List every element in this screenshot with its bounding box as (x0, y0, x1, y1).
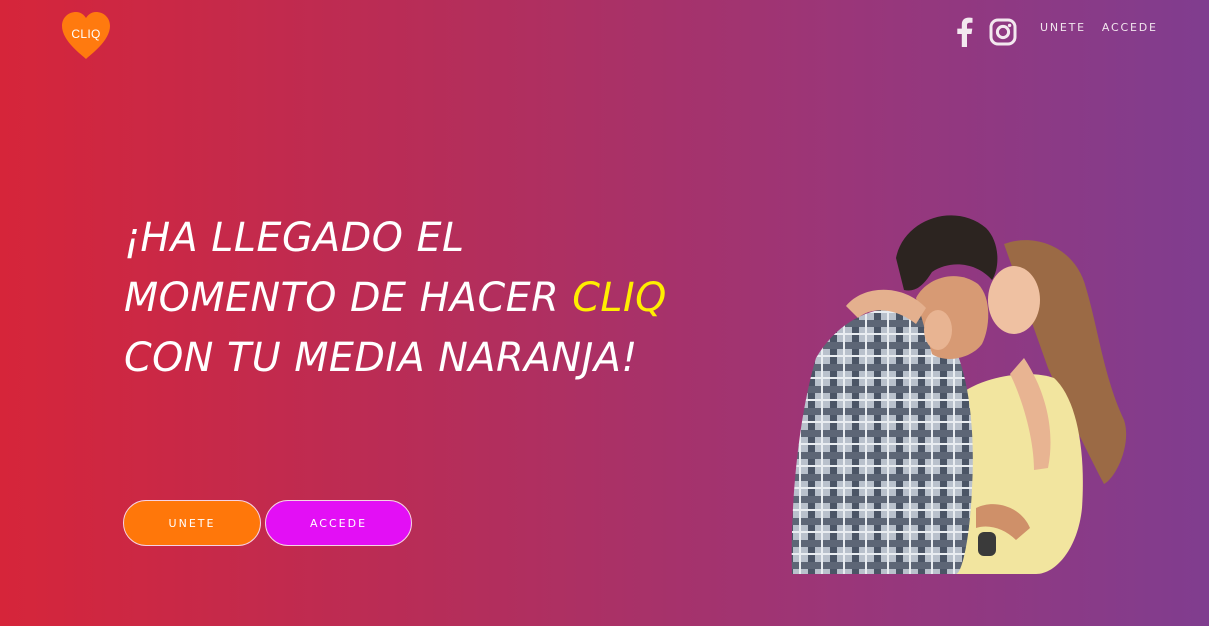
facebook-icon[interactable] (953, 17, 975, 47)
couple-kissing-photo (786, 188, 1136, 574)
cta-buttons: UNETE ACCEDE (123, 500, 412, 546)
login-button[interactable]: ACCEDE (265, 500, 412, 546)
instagram-icon[interactable] (989, 18, 1017, 46)
headline-accent: CLIQ (572, 275, 667, 321)
logo-text: CLIQ (71, 27, 101, 41)
headline-text-after: CON TU MEDIA NARANJA! (124, 335, 638, 381)
cliq-logo[interactable]: CLIQ (60, 11, 112, 61)
social-links (953, 17, 1017, 47)
nav-login-link[interactable]: ACCEDE (1102, 21, 1158, 34)
nav-join-link[interactable]: UNETE (1040, 21, 1086, 34)
join-button[interactable]: UNETE (123, 500, 261, 546)
landing-page: CLIQ UNETE ACCEDE ¡HA LLEGADO EL MOMENTO… (0, 0, 1209, 626)
headline-text-before: ¡HA LLEGADO EL MOMENTO DE HACER (124, 215, 573, 321)
top-nav: UNETE ACCEDE (1040, 21, 1158, 34)
hero-headline: ¡HA LLEGADO EL MOMENTO DE HACER CLIQ CON… (124, 208, 678, 388)
